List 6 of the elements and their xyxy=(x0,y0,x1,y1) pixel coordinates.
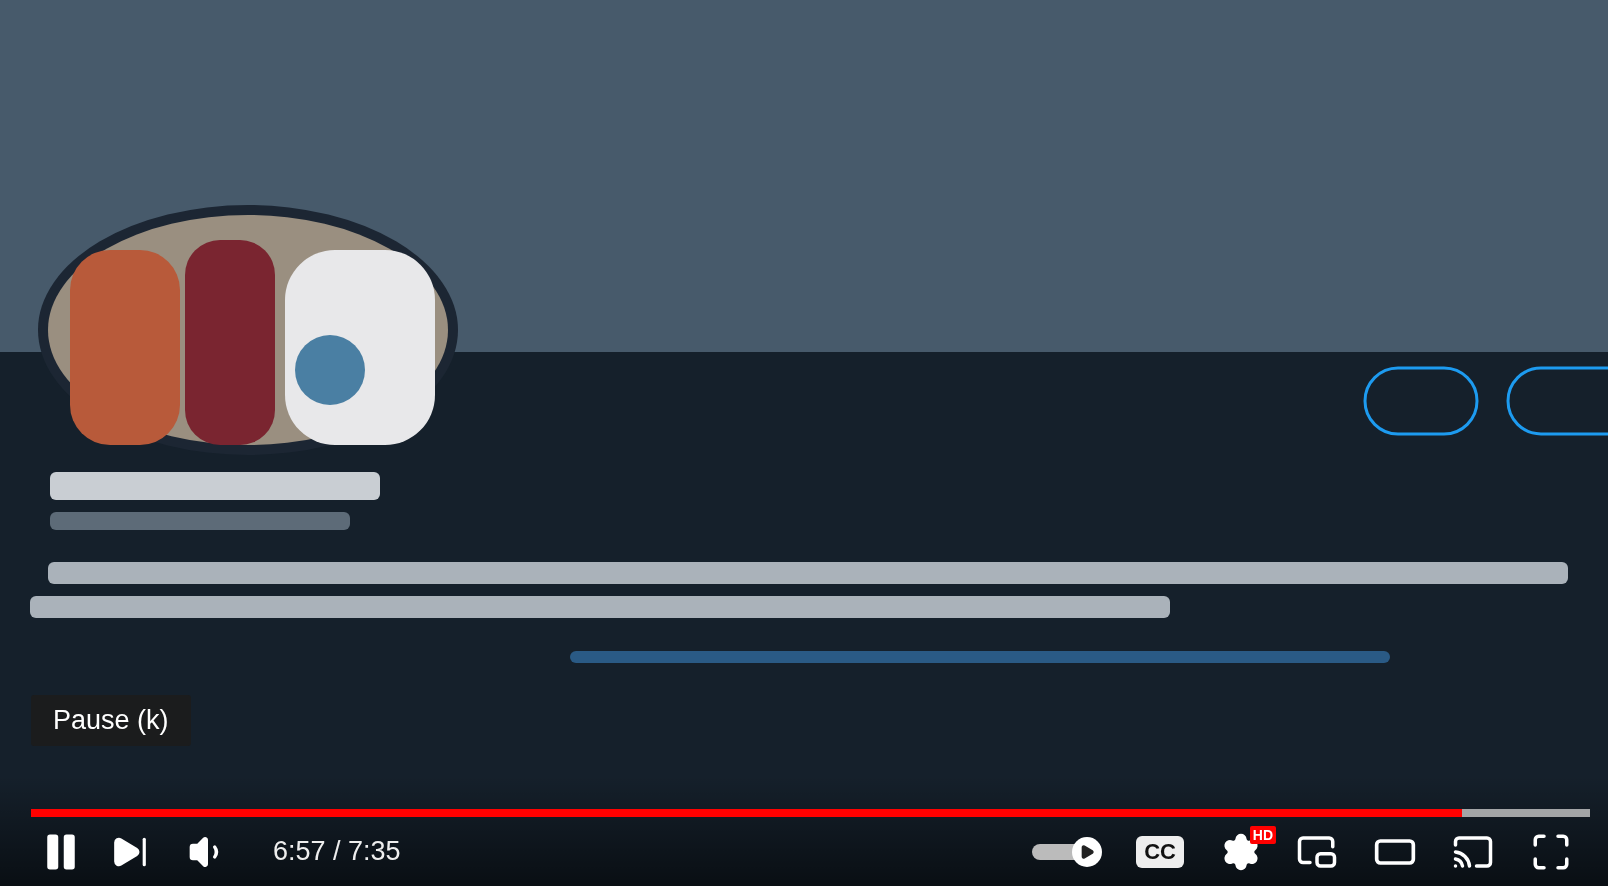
settings-button[interactable]: HD xyxy=(1204,821,1278,882)
tooltip: Pause (k) xyxy=(31,695,191,746)
autoplay-toggle[interactable] xyxy=(1032,836,1103,867)
play-icon xyxy=(1079,843,1096,860)
time-display: 6:57 / 7:35 xyxy=(273,836,401,867)
captions-button[interactable]: CC xyxy=(1136,835,1184,868)
